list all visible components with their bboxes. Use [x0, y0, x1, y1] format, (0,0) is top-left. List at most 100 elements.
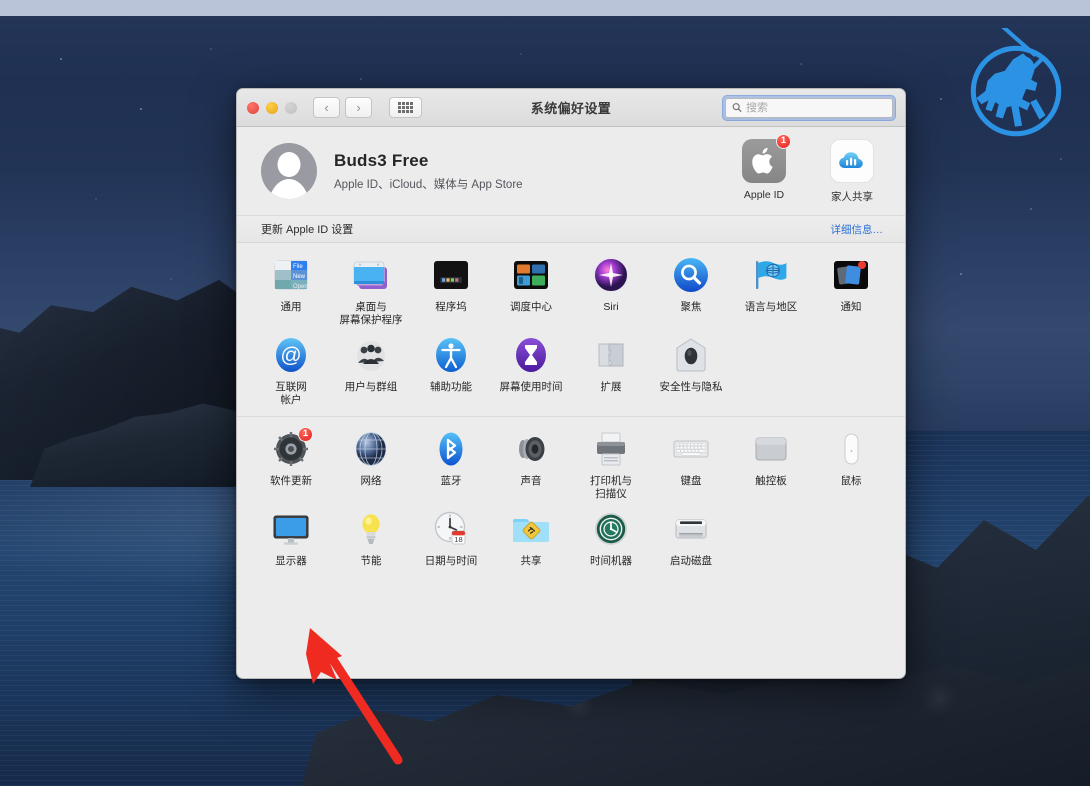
show-all-button[interactable]	[389, 97, 422, 118]
wallpaper-star	[1030, 208, 1032, 210]
preference-pane-label: 用户与群组	[345, 381, 398, 394]
preference-pane-sharing-folder[interactable]: 共享	[491, 507, 571, 568]
preference-pane-spotlight[interactable]: 聚焦	[651, 253, 731, 327]
wallpaper-star	[360, 78, 362, 80]
close-button[interactable]	[247, 102, 259, 114]
preference-pane-label: 互联网 帐户	[275, 381, 307, 407]
network-globe-icon	[351, 429, 391, 469]
preference-pane-label: 节能	[361, 555, 382, 568]
wallpaper-star	[140, 108, 142, 110]
preference-pane-network-globe[interactable]: 网络	[331, 427, 411, 501]
preference-pane-displays-monitor[interactable]: 显示器	[251, 507, 331, 568]
svg-text:New: New	[293, 274, 306, 280]
trackpad-icon	[751, 429, 791, 469]
preference-pane-desktop-screensaver[interactable]: 桌面与 屏幕保护程序	[331, 253, 411, 327]
preference-pane-software-update-gear[interactable]: 1 软件更新	[251, 427, 331, 501]
apple-id-tile-label: Apple ID	[733, 189, 795, 201]
preference-pane-printers-scanners[interactable]: 打印机与 扫描仪	[571, 427, 651, 501]
account-text-block: Buds3 Free Apple ID、iCloud、媒体与 App Store	[334, 151, 523, 192]
sound-speaker-icon	[511, 429, 551, 469]
wallpaper-star	[1060, 158, 1062, 160]
wallpaper-star	[210, 48, 212, 50]
wallpaper-star	[940, 98, 942, 100]
preference-pane-label: 时间机器	[590, 555, 632, 568]
language-region-flag-icon	[751, 255, 791, 295]
apple-id-tile[interactable]: 1 Apple ID	[733, 139, 795, 201]
mission-control-icon	[511, 255, 551, 295]
preference-pane-security-privacy-house[interactable]: 安全性与隐私	[651, 333, 731, 407]
preference-pane-label: 打印机与 扫描仪	[590, 475, 632, 501]
preference-pane-label: 鼠标	[841, 475, 862, 488]
family-sharing-tile-label: 家人共享	[821, 189, 883, 204]
preference-pane-date-time-clock[interactable]: 18 日期与时间	[411, 507, 491, 568]
avatar-body-shape	[268, 179, 310, 199]
preference-pane-general[interactable]: File New Open 通用	[251, 253, 331, 327]
preference-pane-label: 显示器	[275, 555, 307, 568]
search-field[interactable]	[725, 98, 893, 118]
preference-pane-users-groups[interactable]: 用户与群组	[331, 333, 411, 407]
mouse-icon	[831, 429, 871, 469]
preference-pane-label: 扩展	[601, 381, 622, 394]
preference-pane-time-machine[interactable]: 时间机器	[571, 507, 651, 568]
family-sharing-cloud-icon	[830, 139, 874, 183]
menu-bar	[0, 0, 1090, 16]
general-icon: File New Open	[271, 255, 311, 295]
apple-id-icon-wrap: 1	[742, 139, 786, 183]
preference-pane-trackpad[interactable]: 触控板	[731, 427, 811, 501]
preference-pane-label: Siri	[603, 301, 618, 314]
svg-text:Open: Open	[293, 284, 308, 290]
zoom-button[interactable]	[285, 102, 297, 114]
date-time-clock-icon: 18	[431, 509, 471, 549]
chevron-right-icon: ›	[356, 101, 360, 114]
preference-pane-notifications[interactable]: 通知	[811, 253, 891, 327]
preference-pane-mission-control[interactable]: 调度中心	[491, 253, 571, 327]
back-button[interactable]: ‹	[313, 97, 340, 118]
preference-pane-label: 声音	[521, 475, 542, 488]
preference-pane-keyboard[interactable]: 键盘	[651, 427, 731, 501]
wallpaper-star	[520, 53, 522, 55]
preference-pane-label: 安全性与隐私	[660, 381, 723, 394]
preference-pane-dock[interactable]: 程序坞	[411, 253, 491, 327]
preference-pane-language-region-flag[interactable]: 语言与地区	[731, 253, 811, 327]
preference-pane-internet-accounts-at[interactable]: @ 互联网 帐户	[251, 333, 331, 407]
account-subtitle: Apple ID、iCloud、媒体与 App Store	[334, 176, 523, 192]
security-privacy-house-icon	[671, 335, 711, 375]
search-icon	[732, 102, 742, 113]
apple-id-account-header[interactable]: Buds3 Free Apple ID、iCloud、媒体与 App Store…	[237, 127, 905, 215]
family-sharing-icon-wrap	[830, 139, 874, 183]
desktop-screensaver-icon	[351, 255, 391, 295]
preference-pane-screen-time-hourglass[interactable]: 屏幕使用时间	[491, 333, 571, 407]
preference-pane-label: 调度中心	[510, 301, 552, 314]
preference-pane-startup-disk[interactable]: 启动磁盘	[651, 507, 731, 568]
preference-pane-mouse[interactable]: 鼠标	[811, 427, 891, 501]
preference-pane-label: 键盘	[681, 475, 702, 488]
preference-pane-accessibility[interactable]: 辅助功能	[411, 333, 491, 407]
preference-pane-sound-speaker[interactable]: 声音	[491, 427, 571, 501]
preference-pane-label: 桌面与 屏幕保护程序	[340, 301, 403, 327]
window-toolbar: ‹ › 系统偏好设置	[237, 89, 905, 127]
preference-pane-label: 程序坞	[435, 301, 467, 314]
family-sharing-tile[interactable]: 家人共享	[821, 139, 883, 204]
preference-pane-siri[interactable]: Siri	[571, 253, 651, 327]
forward-button[interactable]: ›	[345, 97, 372, 118]
svg-text:File: File	[293, 264, 303, 270]
system-preferences-window[interactable]: ‹ › 系统偏好设置 搜索 Buds3 Free Apple ID、iCloud…	[236, 88, 906, 679]
siri-icon	[591, 255, 631, 295]
preference-pane-label: 启动磁盘	[670, 555, 712, 568]
apple-id-update-banner: 更新 Apple ID 设置 详细信息…	[237, 215, 905, 243]
printers-scanners-icon	[591, 429, 631, 469]
preference-pane-label: 日期与时间	[425, 555, 478, 568]
preference-pane-bluetooth[interactable]: 蓝牙	[411, 427, 491, 501]
wallpaper-star	[960, 273, 962, 275]
minimize-button[interactable]	[266, 102, 278, 114]
update-banner-text: 更新 Apple ID 设置	[261, 221, 353, 237]
preference-pane-label: 共享	[521, 555, 542, 568]
avatar[interactable]	[261, 143, 317, 199]
traffic-light-group	[247, 102, 297, 114]
screen-time-hourglass-icon	[511, 335, 551, 375]
update-banner-details-link[interactable]: 详细信息…	[831, 222, 884, 237]
avatar-head-shape	[278, 152, 301, 177]
preference-pane-extensions-puzzle[interactable]: 扩展	[571, 333, 651, 407]
search-input[interactable]	[746, 102, 886, 114]
preference-pane-energy-saver-bulb[interactable]: 节能	[331, 507, 411, 568]
